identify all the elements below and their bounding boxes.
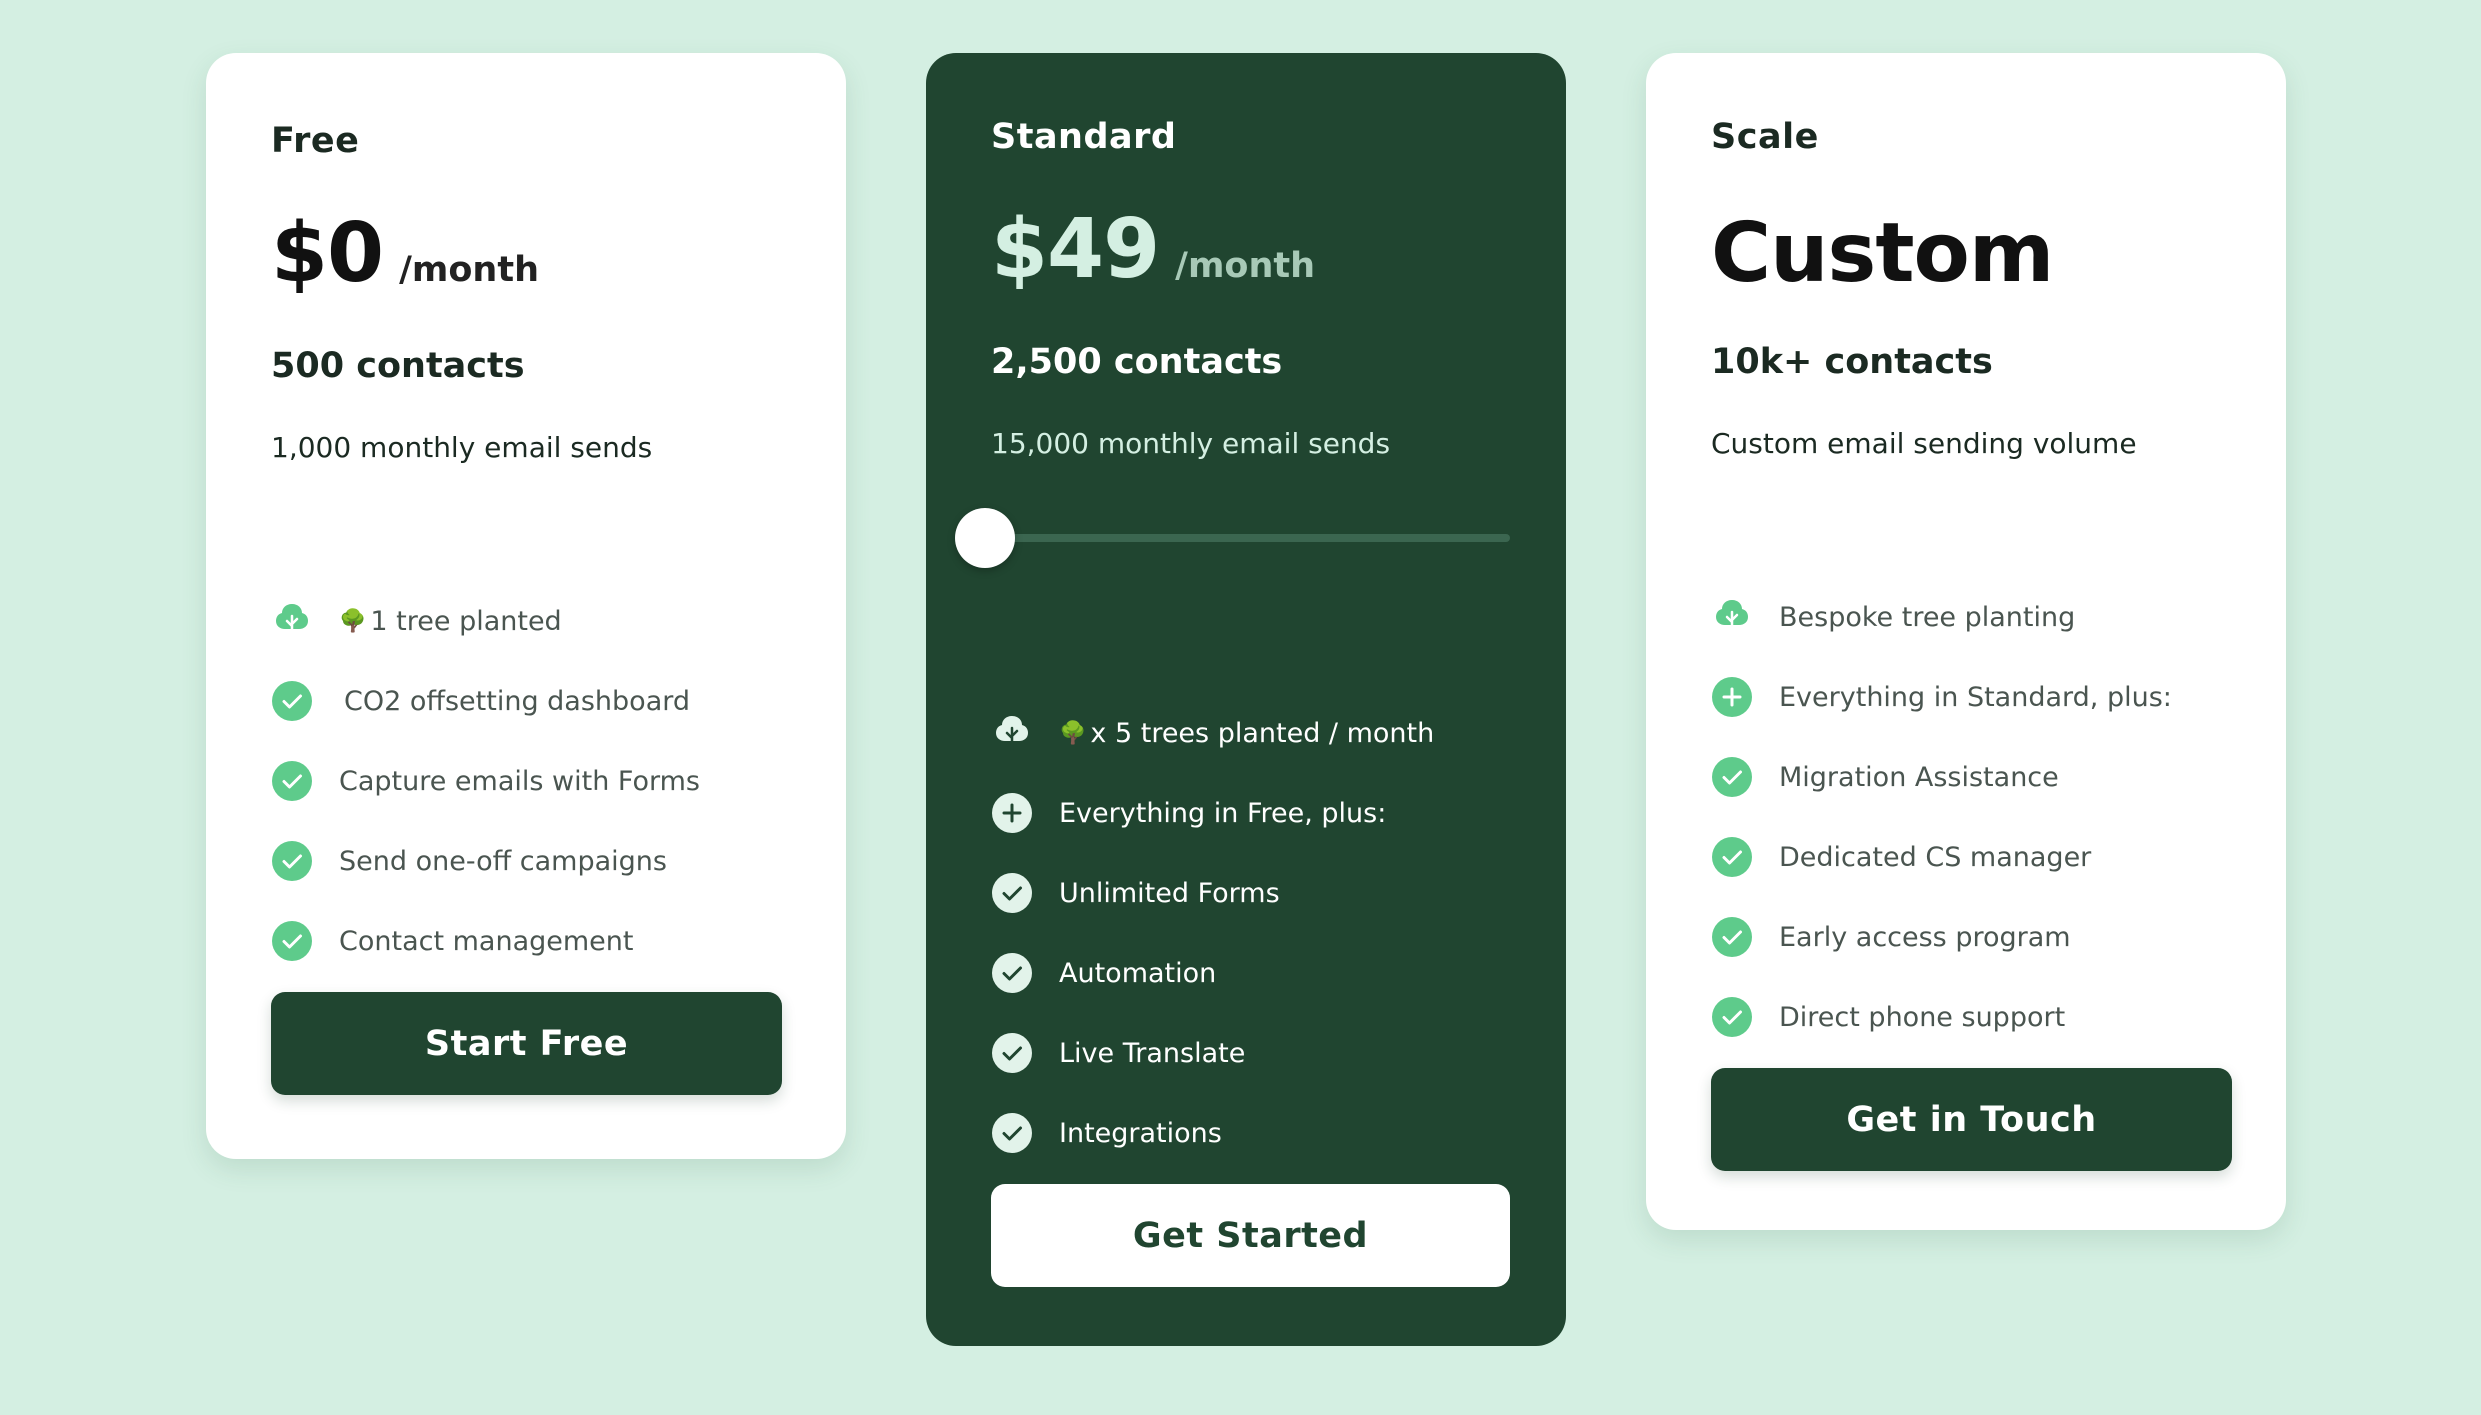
check-circle-icon [991,952,1033,994]
feature-label: Migration Assistance [1779,761,2059,793]
check-circle-icon [271,840,313,882]
feature-label: CO2 offsetting dashboard [344,685,691,717]
price-row: $0 /month [271,213,539,295]
check-circle-icon [271,920,313,962]
feature-item: Send one-off campaigns [271,821,700,901]
feature-label: 1 tree planted [370,605,562,637]
tree-icon [271,600,313,642]
feature-label: x 5 trees planted / month [1090,717,1435,749]
feature-item: Integrations [991,1093,1434,1173]
feature-item: Direct phone support [1711,977,2172,1057]
feature-list: Bespoke tree planting Everything in Stan… [1711,577,2172,1057]
feature-label: Unlimited Forms [1059,877,1280,909]
check-circle-icon [1711,916,1753,958]
start-free-button[interactable]: Start Free [271,992,782,1095]
feature-item: Capture emails with Forms [271,741,700,821]
feature-item: 🌳 1 tree planted [271,581,700,661]
feature-label: Live Translate [1059,1037,1246,1069]
monthly-sends: 1,000 monthly email sends [271,431,653,464]
check-circle-icon [991,872,1033,914]
feature-item: Migration Assistance [1711,737,2172,817]
check-circle-icon [271,680,313,722]
price: $49 [991,202,1160,297]
tree-emoji-icon: 🌳 [339,608,367,634]
feature-item: Early access program [1711,897,2172,977]
monthly-sends: 15,000 monthly email sends [991,427,1391,460]
tree-emoji-icon: 🌳 [1059,720,1087,746]
feature-label: Automation [1059,957,1217,989]
feature-label: Integrations [1059,1117,1222,1149]
get-in-touch-button[interactable]: Get in Touch [1711,1068,2232,1171]
feature-label: Direct phone support [1779,1001,2066,1033]
feature-item: Everything in Standard, plus: [1711,657,2172,737]
tree-icon [1711,596,1753,638]
feature-label: Everything in Standard, plus: [1779,681,2172,713]
price: $0 [271,206,384,301]
contacts-count: 500 contacts [271,346,525,386]
pricing-card-free: Free $0 /month 500 contacts 1,000 monthl… [206,53,846,1159]
feature-label: Early access program [1779,921,2071,953]
feature-item: Live Translate [991,1013,1434,1093]
feature-item: Contact management [271,901,700,981]
feature-item: Automation [991,933,1434,1013]
check-circle-icon [991,1112,1033,1154]
price: Custom [1711,206,2054,301]
feature-list: 🌳 1 tree planted CO2 offsetting dashboar… [271,581,700,981]
check-circle-icon [991,1032,1033,1074]
check-circle-icon [1711,756,1753,798]
feature-item: Unlimited Forms [991,853,1434,933]
price-period: /month [1175,246,1316,286]
plan-name: Scale [1711,117,1819,157]
feature-label: Everything in Free, plus: [1059,797,1387,829]
contacts-slider-thumb[interactable] [955,508,1015,568]
tree-icon [991,712,1033,754]
feature-item: Dedicated CS manager [1711,817,2172,897]
price-row: $49 /month [991,209,1315,291]
plus-circle-icon [1711,676,1753,718]
contacts-count: 2,500 contacts [991,342,1283,382]
price-period: /month [399,250,539,290]
check-circle-icon [1711,996,1753,1038]
price-row: Custom [1711,206,2054,301]
pricing-card-standard: Standard $49 /month 2,500 contacts 15,00… [926,53,1566,1346]
feature-item: 🌳 x 5 trees planted / month [991,693,1434,773]
feature-label: Capture emails with Forms [339,765,700,797]
feature-label: Contact management [339,925,634,957]
feature-label: Dedicated CS manager [1779,841,2092,873]
monthly-sends: Custom email sending volume [1711,427,2137,460]
plan-name: Free [271,121,360,161]
plan-name: Standard [991,117,1177,157]
feature-item: CO2 offsetting dashboard [271,661,700,741]
plus-circle-icon [991,792,1033,834]
check-circle-icon [271,760,313,802]
feature-list: 🌳 x 5 trees planted / month Everything i… [991,693,1434,1173]
feature-label: Bespoke tree planting [1779,601,2076,633]
feature-item: Bespoke tree planting [1711,577,2172,657]
feature-label: Send one-off campaigns [339,845,667,877]
get-started-button[interactable]: Get Started [991,1184,1510,1287]
check-circle-icon [1711,836,1753,878]
feature-item: Everything in Free, plus: [991,773,1434,853]
pricing-card-scale: Scale Custom 10k+ contacts Custom email … [1646,53,2286,1230]
contacts-count: 10k+ contacts [1711,342,1993,382]
contacts-slider-track[interactable] [991,534,1510,542]
